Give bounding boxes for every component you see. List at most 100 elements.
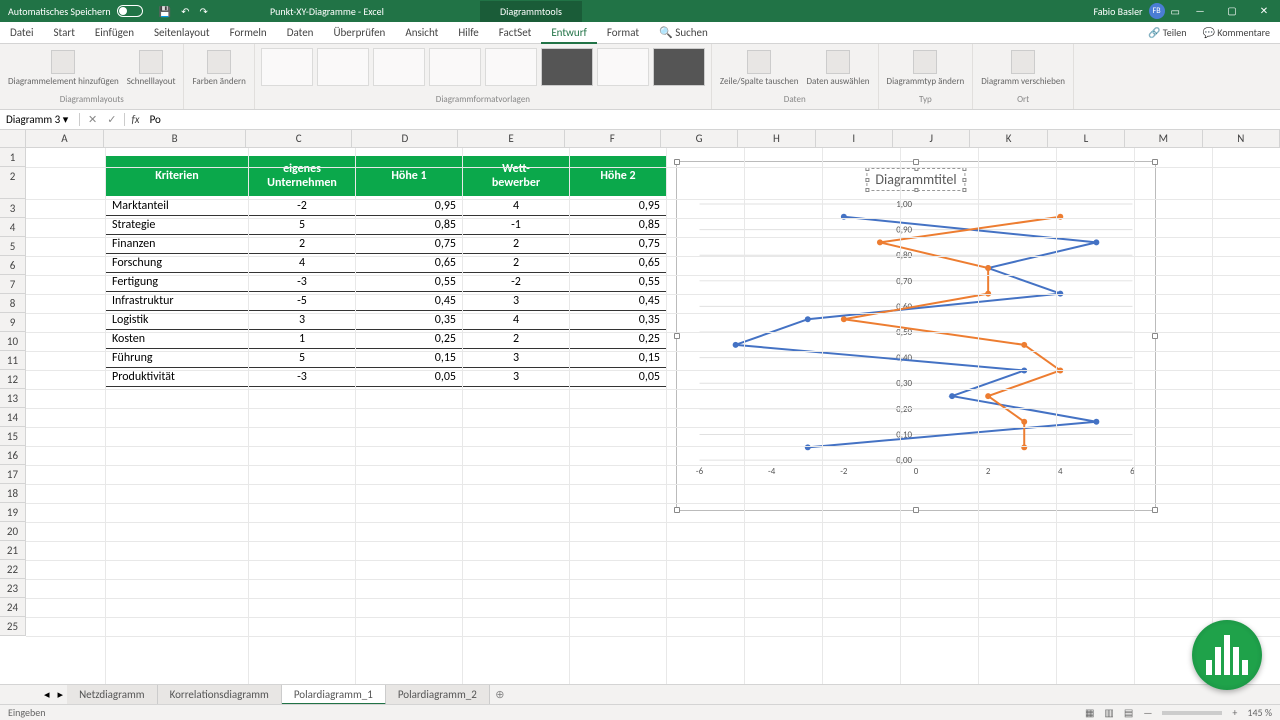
view-normal-icon[interactable]: ▦ bbox=[1085, 706, 1094, 719]
minimize-icon[interactable]: — bbox=[1184, 0, 1216, 22]
add-chart-element-button[interactable]: Diagrammelement hinzufügen bbox=[6, 48, 121, 89]
row-header[interactable]: 4 bbox=[0, 218, 25, 237]
col-header[interactable]: I bbox=[816, 130, 893, 147]
zoom-level[interactable]: 145 % bbox=[1247, 706, 1272, 719]
col-header[interactable]: F bbox=[565, 130, 661, 147]
row-header[interactable]: 25 bbox=[0, 617, 25, 636]
row-header[interactable]: 9 bbox=[0, 313, 25, 332]
row-header[interactable]: 18 bbox=[0, 484, 25, 503]
row-header[interactable]: 10 bbox=[0, 332, 25, 351]
maximize-icon[interactable]: ▢ bbox=[1216, 0, 1248, 22]
style-thumb[interactable] bbox=[261, 48, 313, 86]
row-header[interactable]: 2 bbox=[0, 167, 25, 199]
autosave-toggle[interactable]: Automatisches Speichern bbox=[0, 5, 151, 18]
style-thumb[interactable] bbox=[373, 48, 425, 86]
row-header[interactable]: 3 bbox=[0, 199, 25, 218]
fx-icon[interactable]: fx bbox=[125, 113, 145, 126]
select-all-corner[interactable] bbox=[0, 130, 26, 147]
zoom-slider[interactable] bbox=[1162, 711, 1222, 715]
row-header[interactable]: 24 bbox=[0, 598, 25, 617]
comments-button[interactable]: 💬 Kommentare bbox=[1203, 26, 1270, 39]
view-pagelayout-icon[interactable]: ▥ bbox=[1104, 706, 1113, 719]
sheet-tab[interactable]: Korrelationsdiagramm bbox=[158, 685, 282, 705]
row-header[interactable]: 12 bbox=[0, 370, 25, 389]
select-data-button[interactable]: Daten auswählen bbox=[804, 48, 871, 89]
row-header[interactable]: 11 bbox=[0, 351, 25, 370]
ribbon-tab-datei[interactable]: Datei bbox=[0, 22, 44, 44]
ribbon-tab-formeln[interactable]: Formeln bbox=[220, 22, 277, 44]
chart-plot-area[interactable]: 0,000,100,200,300,400,500,600,700,800,90… bbox=[689, 198, 1143, 480]
accept-formula-icon[interactable]: ✓ bbox=[107, 113, 116, 126]
ribbon-tab-factset[interactable]: FactSet bbox=[489, 22, 542, 44]
move-chart-button[interactable]: Diagramm verschieben bbox=[979, 48, 1067, 89]
close-icon[interactable]: ✕ bbox=[1248, 0, 1280, 22]
style-thumb[interactable] bbox=[653, 48, 705, 86]
ribbon-tab-seitenlayout[interactable]: Seitenlayout bbox=[144, 22, 220, 44]
cancel-formula-icon[interactable]: ✕ bbox=[88, 113, 97, 126]
sheet-tab[interactable]: Netzdiagramm bbox=[67, 685, 158, 705]
chart-object[interactable]: Diagrammtitel 0,000,100,200,300,400,500,… bbox=[676, 161, 1156, 511]
share-button[interactable]: 🔗 Teilen bbox=[1148, 26, 1187, 39]
col-header[interactable]: C bbox=[246, 130, 352, 147]
row-header[interactable]: 13 bbox=[0, 389, 25, 408]
ribbon-options-icon[interactable]: ▭ bbox=[1171, 5, 1180, 18]
style-thumb[interactable] bbox=[429, 48, 481, 86]
row-header[interactable]: 21 bbox=[0, 541, 25, 560]
col-header[interactable]: M bbox=[1125, 130, 1202, 147]
row-header[interactable]: 22 bbox=[0, 560, 25, 579]
name-box[interactable]: Diagramm 3 ▾ bbox=[0, 113, 80, 126]
row-header[interactable]: 6 bbox=[0, 256, 25, 275]
ribbon-tab-einfügen[interactable]: Einfügen bbox=[85, 22, 144, 44]
row-header[interactable]: 15 bbox=[0, 427, 25, 446]
sheet-tab[interactable]: Polardiagramm_1 bbox=[282, 685, 386, 705]
quick-layout-button[interactable]: Schnelllayout bbox=[125, 48, 178, 89]
ribbon-tab-ansicht[interactable]: Ansicht bbox=[395, 22, 448, 44]
col-header[interactable]: J bbox=[893, 130, 970, 147]
search-tab[interactable]: 🔍 Suchen bbox=[649, 22, 718, 44]
redo-icon[interactable]: ↷ bbox=[200, 5, 208, 18]
save-icon[interactable]: 💾 bbox=[159, 5, 171, 18]
ribbon-tab-daten[interactable]: Daten bbox=[277, 22, 324, 44]
col-header[interactable]: K bbox=[970, 130, 1047, 147]
chart-tools-tab[interactable]: Diagrammtools bbox=[480, 1, 582, 22]
style-thumb[interactable] bbox=[597, 48, 649, 86]
ribbon-tab-start[interactable]: Start bbox=[44, 22, 85, 44]
zoom-in-icon[interactable]: + bbox=[1232, 706, 1237, 719]
sheet-tab[interactable]: Polardiagramm_2 bbox=[386, 685, 490, 705]
row-header[interactable]: 5 bbox=[0, 237, 25, 256]
sheet-nav-icon[interactable]: ▸ bbox=[54, 688, 68, 701]
sheet-nav-icon[interactable]: ◂ bbox=[40, 688, 54, 701]
chart-title[interactable]: Diagrammtitel bbox=[866, 168, 965, 191]
col-header[interactable]: G bbox=[661, 130, 738, 147]
row-header[interactable]: 16 bbox=[0, 446, 25, 465]
ribbon-tab-entwurf[interactable]: Entwurf bbox=[541, 22, 597, 44]
col-header[interactable]: E bbox=[458, 130, 564, 147]
change-colors-button[interactable]: Farben ändern bbox=[190, 48, 247, 89]
col-header[interactable]: B bbox=[104, 130, 246, 147]
col-header[interactable]: N bbox=[1203, 130, 1280, 147]
row-header[interactable]: 23 bbox=[0, 579, 25, 598]
undo-icon[interactable]: ↶ bbox=[181, 5, 189, 18]
swap-row-col-button[interactable]: Zeile/Spalte tauschen bbox=[718, 48, 801, 89]
col-header[interactable]: L bbox=[1048, 130, 1125, 147]
change-chart-type-button[interactable]: Diagrammtyp ändern bbox=[885, 48, 967, 89]
row-header[interactable]: 17 bbox=[0, 465, 25, 484]
view-pagebreak-icon[interactable]: ▤ bbox=[1124, 706, 1133, 719]
zoom-out-icon[interactable]: — bbox=[1143, 706, 1152, 719]
ribbon-tab-überprüfen[interactable]: Überprüfen bbox=[323, 22, 395, 44]
style-thumb[interactable] bbox=[541, 48, 593, 86]
row-header[interactable]: 1 bbox=[0, 148, 25, 167]
row-header[interactable]: 19 bbox=[0, 503, 25, 522]
col-header[interactable]: H bbox=[738, 130, 815, 147]
row-header[interactable]: 8 bbox=[0, 294, 25, 313]
row-header[interactable]: 7 bbox=[0, 275, 25, 294]
formula-input[interactable]: Po bbox=[146, 113, 165, 126]
ribbon-tab-hilfe[interactable]: Hilfe bbox=[448, 22, 488, 44]
row-header[interactable]: 20 bbox=[0, 522, 25, 541]
style-thumb[interactable] bbox=[317, 48, 369, 86]
row-header[interactable]: 14 bbox=[0, 408, 25, 427]
ribbon-tab-format[interactable]: Format bbox=[597, 22, 649, 44]
col-header[interactable]: A bbox=[26, 130, 104, 147]
add-sheet-icon[interactable]: ⊕ bbox=[490, 688, 510, 701]
style-thumb[interactable] bbox=[485, 48, 537, 86]
